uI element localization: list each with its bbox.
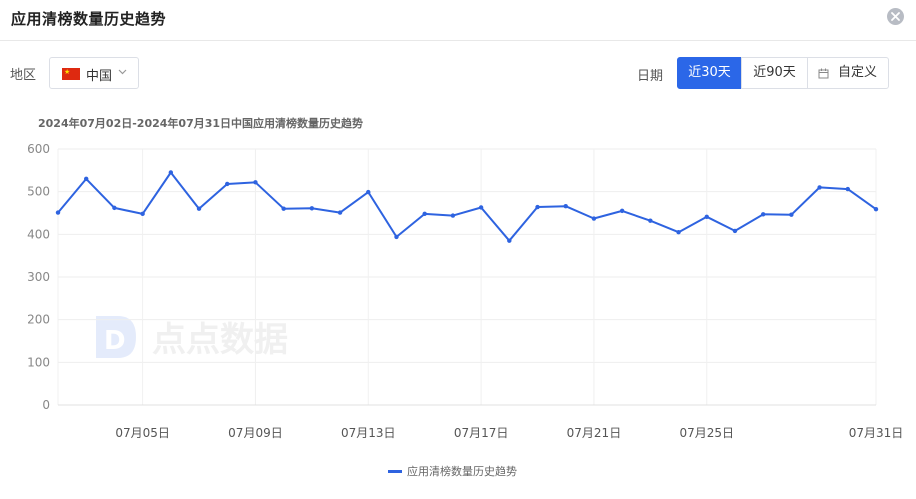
close-button[interactable] [887, 8, 904, 25]
y-tick-label: 0 [42, 398, 50, 412]
legend-label: 应用清榜数量历史趋势 [407, 465, 517, 478]
data-point[interactable] [817, 185, 822, 190]
x-tick-label: 07月13日 [341, 426, 396, 440]
dialog-header: 应用清榜数量历史趋势 [0, 0, 916, 41]
x-tick-label: 07月31日 [849, 426, 904, 440]
y-tick-label: 200 [27, 313, 50, 327]
x-tick-label: 07月05日 [115, 426, 170, 440]
y-tick-label: 100 [27, 355, 50, 369]
data-point[interactable] [394, 234, 399, 240]
x-tick-label: 07月17日 [454, 426, 509, 440]
data-point[interactable] [337, 210, 343, 215]
data-point[interactable] [450, 213, 456, 218]
data-point[interactable] [84, 176, 89, 182]
svg-text:D: D [104, 326, 126, 356]
data-point[interactable] [873, 206, 879, 212]
data-point[interactable] [591, 216, 597, 221]
region-value: 中国 [86, 69, 113, 84]
data-point[interactable] [845, 186, 850, 192]
series-line [57, 171, 877, 242]
data-point[interactable] [168, 170, 174, 175]
region-select[interactable]: ★ 中国 [49, 57, 139, 89]
data-point[interactable] [366, 189, 371, 195]
date-label: 日期 [637, 69, 664, 84]
close-icon [891, 12, 900, 21]
legend-swatch [388, 470, 402, 473]
data-point[interactable] [253, 180, 258, 185]
data-point[interactable] [309, 206, 315, 211]
line-chart: D 点点数据 600 500 400 300 200 100 0 07月05日 07月09日 0… [27, 142, 904, 440]
y-tick-label: 500 [27, 185, 50, 199]
watermark-text: 点点数据 [152, 320, 288, 360]
data-point[interactable] [422, 211, 427, 217]
data-point[interactable] [789, 212, 794, 217]
y-tick-label: 300 [27, 270, 50, 284]
y-tick-label: 400 [27, 227, 50, 241]
china-flag-icon: ★ [62, 68, 80, 80]
watermark: D 点点数据 [96, 316, 288, 360]
range-90-days-button[interactable]: 近90天 [741, 57, 808, 89]
range-30-days-button[interactable]: 近30天 [677, 57, 742, 89]
data-point[interactable] [478, 205, 484, 210]
data-point[interactable] [535, 204, 540, 210]
range-custom-button[interactable]: 自定义 [807, 57, 889, 89]
data-point[interactable] [112, 205, 117, 211]
data-point[interactable] [619, 208, 625, 214]
x-tick-label: 07月09日 [228, 426, 283, 440]
data-point[interactable] [507, 238, 512, 243]
dialog-title: 应用清榜数量历史趋势 [11, 10, 167, 28]
data-point[interactable] [281, 206, 286, 211]
y-tick-label: 600 [27, 142, 50, 156]
x-tick-label: 07月25日 [679, 426, 734, 440]
data-point[interactable] [760, 212, 766, 217]
data-point[interactable] [732, 228, 738, 234]
region-label: 地区 [10, 68, 37, 83]
range-custom-label: 自定义 [838, 65, 878, 80]
data-point[interactable] [676, 230, 681, 235]
data-point[interactable] [196, 206, 202, 211]
data-point[interactable] [648, 218, 653, 223]
data-point[interactable] [563, 203, 568, 209]
chevron-down-icon [118, 69, 127, 75]
data-point[interactable] [55, 210, 61, 215]
x-tick-label: 07月21日 [567, 426, 622, 440]
data-point[interactable] [704, 214, 709, 220]
data-point[interactable] [225, 181, 230, 187]
calendar-icon [818, 68, 829, 79]
data-point[interactable] [140, 211, 145, 217]
